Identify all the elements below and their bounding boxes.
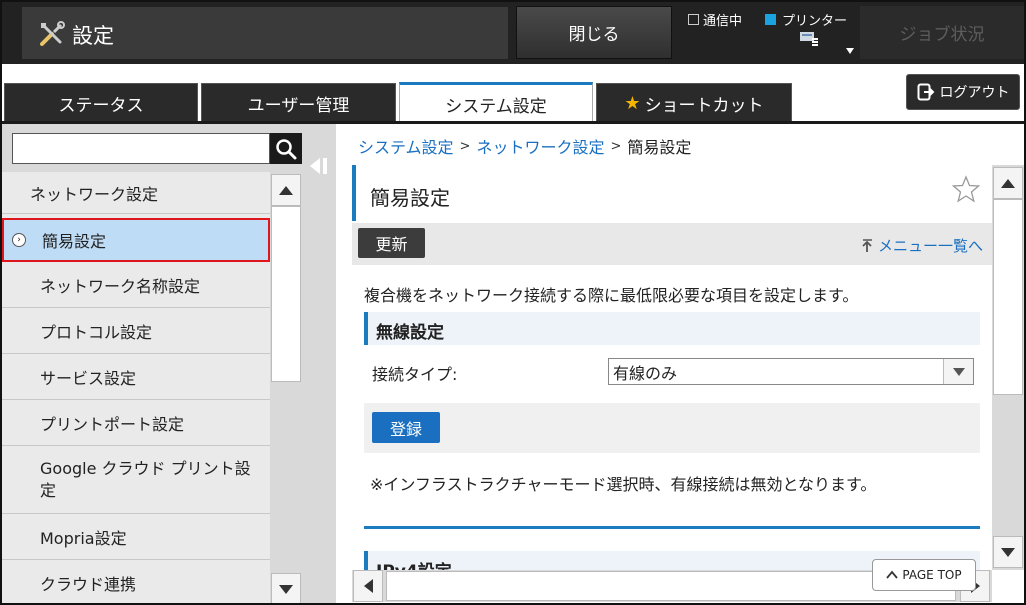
menu-item-network-name[interactable]: ネットワーク名称設定 <box>2 262 270 308</box>
menu-item-label: Mopria設定 <box>40 528 127 548</box>
menu-item-network-settings[interactable]: ネットワーク設定 <box>2 172 270 214</box>
menu-item-label: クラウド連携 <box>40 574 137 594</box>
menu-item-mopria[interactable]: Mopria設定 <box>2 514 270 560</box>
collapse-sidebar-button[interactable] <box>302 128 336 216</box>
page-title: 簡易設定 <box>370 186 450 210</box>
printer-label: プリンター <box>782 14 848 29</box>
breadcrumb-current: 簡易設定 <box>627 138 692 157</box>
section-divider <box>364 526 980 529</box>
sidebar-scrollbar[interactable] <box>270 172 302 603</box>
breadcrumb-separator: > <box>459 138 471 154</box>
breadcrumb-separator: > <box>610 138 622 154</box>
menu-item-label: Google クラウド プリント設定 <box>40 458 251 500</box>
app-window: 設定 閉じる 通信中 プリンター ジョブ状況 ステータス ユーザー管理 システム… <box>0 0 1026 605</box>
app-title: 設定 <box>72 24 114 48</box>
scroll-up-button[interactable] <box>271 174 301 206</box>
tab-system-settings[interactable]: システム設定 <box>399 82 593 124</box>
menu-item-cloud-link[interactable]: クラウド連携 <box>2 560 270 603</box>
printer-dropdown-icon[interactable] <box>846 48 854 54</box>
collapse-icon <box>310 158 327 174</box>
menu-item-protocol[interactable]: プロトコル設定 <box>2 308 270 354</box>
register-area: 登録 <box>364 403 980 453</box>
menu-item-label: ネットワーク名称設定 <box>40 276 201 296</box>
update-button[interactable]: 更新 <box>358 228 425 258</box>
job-status-button[interactable]: ジョブ状況 <box>860 6 1024 59</box>
menu-item-label: プロトコル設定 <box>40 322 153 342</box>
chevron-right-icon: › <box>12 233 26 247</box>
menu-item-label: プリントポート設定 <box>40 414 185 434</box>
close-button[interactable]: 閉じる <box>516 6 672 59</box>
scroll-thumb[interactable] <box>386 571 956 601</box>
scroll-down-button[interactable] <box>993 536 1023 568</box>
connection-type-value: 有線のみ <box>613 363 678 383</box>
triangle-left-icon <box>363 579 373 593</box>
section-heading-wireless: 無線設定 <box>364 312 980 345</box>
tab-shortcut[interactable]: ★ ショートカット <box>596 83 792 123</box>
select-arrow[interactable] <box>943 359 973 384</box>
menu-item-label: 簡易設定 <box>42 232 107 251</box>
chevron-down-icon <box>952 367 965 376</box>
triangle-up-icon <box>1001 178 1015 188</box>
comm-label: 通信中 <box>703 14 743 29</box>
scroll-up-button[interactable] <box>993 167 1023 199</box>
star-icon: ★ <box>624 93 641 114</box>
search-icon <box>276 138 297 159</box>
favorite-star-icon[interactable] <box>952 175 980 203</box>
comm-indicator: 通信中 <box>688 10 742 29</box>
tab-status[interactable]: ステータス <box>4 83 198 123</box>
menu-item-google-cloud-print[interactable]: Google クラウド プリント設定 <box>2 446 270 514</box>
page-description: 複合機をネットワーク接続する際に最低限必要な項目を設定します。 <box>364 286 859 305</box>
scroll-left-button[interactable] <box>353 570 383 602</box>
main-content: 簡易設定 更新 メニュー一覧へ 複合機をネットワーク接続する際に最低限必要な項目… <box>352 165 992 570</box>
page-title-bar: 簡易設定 <box>352 165 992 221</box>
printer-status-box <box>765 14 776 25</box>
register-button[interactable]: 登録 <box>372 412 440 443</box>
page-top-label: PAGE TOP <box>902 568 962 582</box>
triangle-down-icon <box>279 584 293 594</box>
search-button[interactable] <box>270 133 302 164</box>
page-top-button[interactable]: PAGE TOP <box>872 559 976 591</box>
scroll-thumb[interactable] <box>271 206 301 382</box>
section-title: IPv4設定 <box>376 557 452 570</box>
content-vertical-scrollbar[interactable] <box>992 165 1024 570</box>
comm-status-box <box>688 14 699 25</box>
triangle-up-icon <box>279 185 293 195</box>
connection-type-select[interactable]: 有線のみ <box>608 358 974 385</box>
printer-icon[interactable] <box>798 30 822 50</box>
breadcrumb: システム設定 > ネットワーク設定 > 簡易設定 <box>358 134 691 158</box>
triangle-down-icon <box>1001 547 1015 557</box>
chevron-up-icon <box>886 570 899 579</box>
menu-item-easy-setup[interactable]: › 簡易設定 <box>2 218 270 262</box>
breadcrumb-system-settings[interactable]: システム設定 <box>358 134 454 158</box>
action-bar: 更新 メニュー一覧へ <box>352 223 992 265</box>
menu-item-label: ネットワーク設定 <box>30 184 159 204</box>
menu-item-print-port[interactable]: プリントポート設定 <box>2 400 270 446</box>
settings-menu: ネットワーク設定 › 簡易設定 ネットワーク名称設定 プロトコル設定 サービス設… <box>2 172 270 603</box>
tab-user-management[interactable]: ユーザー管理 <box>201 83 396 123</box>
menu-list-link[interactable]: メニュー一覧へ <box>860 235 983 256</box>
printer-indicator: プリンター <box>765 10 847 29</box>
menu-list-link-label: メニュー一覧へ <box>878 237 984 255</box>
scroll-thumb[interactable] <box>993 199 1023 395</box>
note-text: ※インフラストラクチャーモード選択時、有線接続は無効となります。 <box>370 475 877 494</box>
section-title: 無線設定 <box>376 323 444 343</box>
logout-icon <box>917 83 934 101</box>
header-bar: 設定 閉じる 通信中 プリンター ジョブ状況 <box>2 2 1024 64</box>
logout-label: ログアウト <box>939 85 1010 101</box>
scroll-down-button[interactable] <box>271 573 301 603</box>
status-indicators: 通信中 プリンター <box>688 8 858 58</box>
return-arrow-icon <box>862 238 872 252</box>
tab-shortcut-label: ショートカット <box>644 96 764 116</box>
menu-item-label: サービス設定 <box>40 368 137 388</box>
logout-button[interactable]: ログアウト <box>906 74 1020 110</box>
search-input[interactable] <box>12 133 270 164</box>
breadcrumb-network-settings[interactable]: ネットワーク設定 <box>476 134 604 158</box>
connection-type-label: 接続タイプ: <box>372 365 458 384</box>
tools-icon <box>40 21 65 46</box>
menu-item-service[interactable]: サービス設定 <box>2 354 270 400</box>
